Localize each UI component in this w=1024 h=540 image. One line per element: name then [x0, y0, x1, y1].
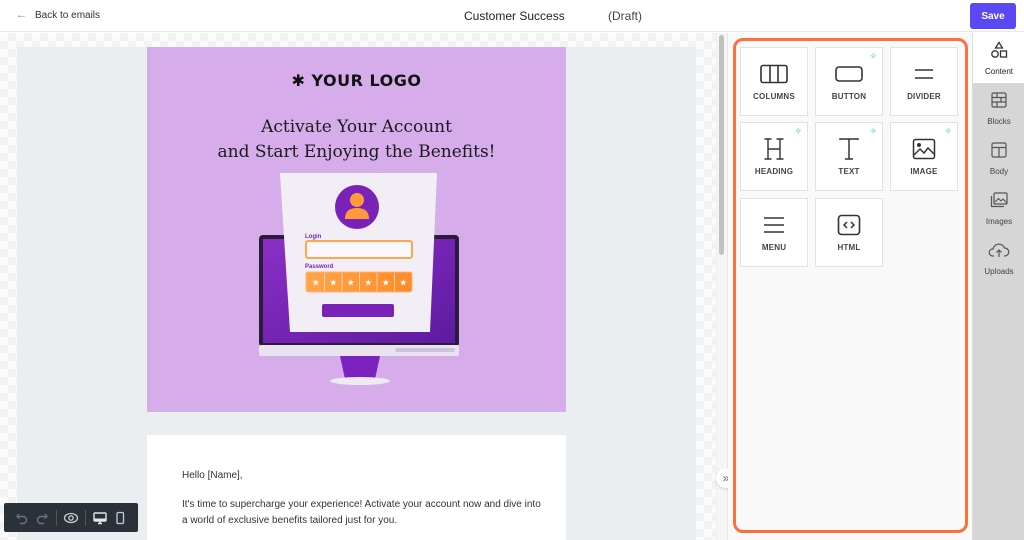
content-tile-heading[interactable]: HEADING ✧	[740, 122, 808, 191]
ai-sparkle-icon: ✧	[869, 51, 877, 61]
desktop-view-button[interactable]	[90, 508, 110, 528]
redo-button[interactable]	[32, 508, 52, 528]
login-illustration: Login Password ★ ★ ★ ★ ★ ★	[259, 173, 459, 385]
menu-icon	[763, 213, 785, 237]
avatar-head	[350, 193, 364, 207]
image-icon	[912, 137, 936, 161]
content-panel: COLUMNS BUTTON ✧ DIVIDER HEADING ✧ TEXT ✧ IMAGE ✧…	[728, 33, 972, 540]
undo-button[interactable]	[12, 508, 32, 528]
rail-item-body[interactable]: Body	[973, 133, 1024, 183]
shapes-icon	[990, 40, 1008, 64]
password-field-label: Password	[305, 264, 334, 270]
desktop-icon	[93, 511, 107, 524]
password-star: ★	[399, 279, 407, 289]
html-icon	[837, 213, 861, 237]
rail-label: Blocks	[987, 116, 1011, 126]
password-star: ★	[347, 279, 355, 289]
redo-icon	[36, 513, 48, 524]
heading-icon	[763, 137, 785, 161]
rail-label: Content	[984, 66, 1014, 76]
undo-icon	[16, 513, 28, 524]
text-block[interactable]: Hello [Name], It's time to supercharge y…	[147, 435, 566, 540]
back-to-emails-link[interactable]: ← Back to emails	[16, 9, 100, 21]
hero-image-block[interactable]: ✱ YOUR LOGO Activate Your Account and St…	[147, 47, 566, 412]
back-label: Back to emails	[35, 9, 101, 21]
login-submit-bar	[322, 304, 394, 317]
mobile-view-button[interactable]	[110, 508, 130, 528]
content-tile-text[interactable]: TEXT ✧	[815, 122, 883, 191]
password-star: ★	[364, 279, 372, 289]
button-icon	[835, 62, 863, 86]
content-tile-menu[interactable]: MENU	[740, 198, 808, 267]
password-star: ★	[329, 279, 337, 289]
right-rail: Content Blocks Body Images Uploads	[972, 33, 1024, 540]
toolbar-separator	[56, 509, 57, 526]
images-icon	[989, 191, 1009, 214]
rail-item-content[interactable]: Content	[973, 33, 1024, 83]
tile-label: HEADING	[754, 167, 794, 176]
text-icon	[838, 137, 860, 161]
ai-sparkle-icon: ✧	[869, 126, 877, 136]
body-icon	[990, 141, 1008, 164]
tile-label: HTML	[837, 243, 861, 252]
arrow-left-icon: ←	[16, 9, 27, 21]
rail-label: Uploads	[984, 266, 1014, 276]
save-button[interactable]: Save	[970, 3, 1016, 29]
password-star: ★	[382, 279, 390, 289]
tile-label: DIVIDER	[907, 92, 941, 101]
login-field-label: Login	[305, 234, 322, 240]
columns-icon	[760, 62, 788, 86]
content-tile-button[interactable]: BUTTON ✧	[815, 47, 883, 116]
content-tile-image[interactable]: IMAGE ✧	[890, 122, 958, 191]
top-bar: ← Back to emails Customer Success (Draft…	[0, 0, 1024, 32]
eye-icon	[63, 512, 79, 523]
draft-status: (Draft)	[608, 9, 642, 23]
monitor-stand	[340, 356, 380, 379]
email-title: Customer Success	[464, 9, 565, 23]
content-tile-divider[interactable]: DIVIDER	[890, 47, 958, 116]
upload-cloud-icon	[988, 241, 1010, 264]
monitor-base	[330, 377, 390, 385]
divider-icon	[913, 62, 935, 86]
rail-item-blocks[interactable]: Blocks	[973, 83, 1024, 133]
tile-label: MENU	[761, 243, 787, 252]
canvas-toolbar	[4, 503, 138, 532]
rail-item-uploads[interactable]: Uploads	[973, 233, 1024, 283]
tile-label: BUTTON	[831, 92, 867, 101]
tile-label: TEXT	[838, 167, 860, 176]
toolbar-separator	[85, 509, 86, 526]
canvas-scrollbar[interactable]	[719, 35, 724, 255]
blocks-icon	[990, 91, 1008, 114]
tile-label: COLUMNS	[753, 92, 795, 101]
content-tile-html[interactable]: HTML	[815, 198, 883, 267]
greeting-text: Hello [Name],	[182, 470, 243, 481]
mobile-icon	[116, 511, 125, 524]
rail-item-images[interactable]: Images	[973, 183, 1024, 233]
body-paragraph: It's time to supercharge your experience…	[182, 499, 541, 526]
rail-label: Images	[985, 216, 1013, 226]
tile-label: IMAGE	[910, 167, 938, 176]
rail-label: Body	[989, 166, 1009, 176]
password-star: ★	[312, 279, 320, 289]
ai-sparkle-icon: ✧	[794, 126, 802, 136]
preview-button[interactable]	[61, 508, 81, 528]
ai-sparkle-icon: ✧	[944, 126, 952, 136]
login-field	[305, 240, 413, 259]
content-tile-columns[interactable]: COLUMNS	[740, 47, 808, 116]
